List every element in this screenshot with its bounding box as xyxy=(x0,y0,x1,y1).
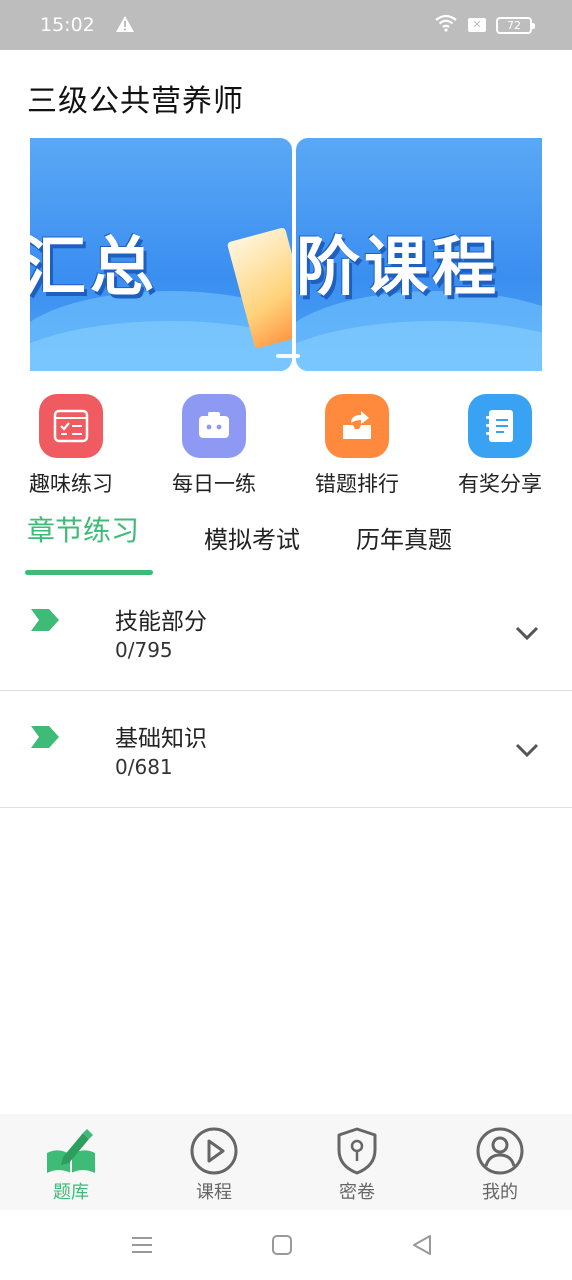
quick-entries: 趣味练习 每日一练 错题排行 有奖分享 xyxy=(0,394,572,496)
play-circle-icon xyxy=(188,1126,240,1176)
quick-entry-label: 有奖分享 xyxy=(458,472,542,496)
notebook-icon xyxy=(468,394,532,458)
quick-entry-daily-practice[interactable]: 每日一练 xyxy=(149,394,279,498)
system-nav-bar xyxy=(0,1210,572,1280)
warning-icon xyxy=(115,15,135,35)
nav-label: 我的 xyxy=(482,1182,518,1203)
quick-entry-reward-share[interactable]: 有奖分享 xyxy=(435,394,565,498)
nav-question-bank[interactable]: 题库 xyxy=(21,1126,121,1204)
shield-key-icon xyxy=(331,1126,383,1176)
chevron-down-icon[interactable] xyxy=(514,625,540,641)
nav-label: 题库 xyxy=(53,1182,89,1203)
nav-secret-papers[interactable]: 密卷 xyxy=(307,1126,407,1204)
home-icon[interactable] xyxy=(268,1232,296,1258)
menu-icon[interactable] xyxy=(128,1232,156,1258)
quick-entry-label: 趣味练习 xyxy=(29,472,113,496)
banner-indicator xyxy=(276,354,300,358)
status-time: 15:02 xyxy=(40,14,95,36)
chapter-item[interactable]: 基础知识 0/681 xyxy=(0,691,572,808)
share-box-icon xyxy=(325,394,389,458)
robot-icon xyxy=(182,394,246,458)
quick-entry-fun-practice[interactable]: 趣味练习 xyxy=(6,394,136,498)
tab-chapter-practice[interactable]: 章节练习 xyxy=(27,509,139,549)
page-title: 三级公共营养师 xyxy=(27,84,244,119)
bottom-nav: 题库 课程 密卷 我的 xyxy=(0,1114,572,1210)
battery-icon: 72 xyxy=(496,16,535,34)
nav-label: 课程 xyxy=(196,1182,232,1203)
nav-profile[interactable]: 我的 xyxy=(450,1126,550,1204)
quick-entry-label: 每日一练 xyxy=(172,472,256,496)
question-bank-icon xyxy=(45,1126,97,1176)
back-icon[interactable] xyxy=(408,1232,436,1258)
banner-slide[interactable]: 阶课程 xyxy=(296,138,542,371)
nav-label: 密卷 xyxy=(339,1182,375,1203)
chapter-name: 技能部分 xyxy=(115,609,207,635)
user-circle-icon xyxy=(474,1126,526,1176)
banner-slide[interactable]: 汇总 xyxy=(30,138,292,371)
banner-slide-text: 阶课程 xyxy=(296,231,500,305)
chapter-progress: 0/681 xyxy=(115,755,173,779)
tab-mock-exam[interactable]: 模拟考试 xyxy=(204,520,300,555)
chapter-progress: 0/795 xyxy=(115,638,173,662)
chapter-item[interactable]: 技能部分 0/795 xyxy=(0,574,572,691)
quick-entry-label: 错题排行 xyxy=(315,472,399,496)
sim-off-icon: ✕ xyxy=(468,18,486,32)
chapter-flag-icon xyxy=(31,609,59,631)
nav-courses[interactable]: 课程 xyxy=(164,1126,264,1204)
chevron-down-icon[interactable] xyxy=(514,742,540,758)
chapter-flag-icon xyxy=(31,726,59,748)
wifi-icon xyxy=(434,14,458,37)
practice-list-icon xyxy=(39,394,103,458)
chapter-name: 基础知识 xyxy=(115,726,207,752)
banner-carousel[interactable]: 汇总 阶课程 xyxy=(30,138,542,371)
status-bar: 15:02 ✕ 72 xyxy=(0,0,572,50)
banner-slide-text: 汇总 xyxy=(30,231,158,305)
quick-entry-wrong-ranking[interactable]: 错题排行 xyxy=(292,394,422,498)
tab-past-exams[interactable]: 历年真题 xyxy=(356,520,452,555)
exam-tabs: 章节练习 模拟考试 历年真题 xyxy=(0,512,572,576)
